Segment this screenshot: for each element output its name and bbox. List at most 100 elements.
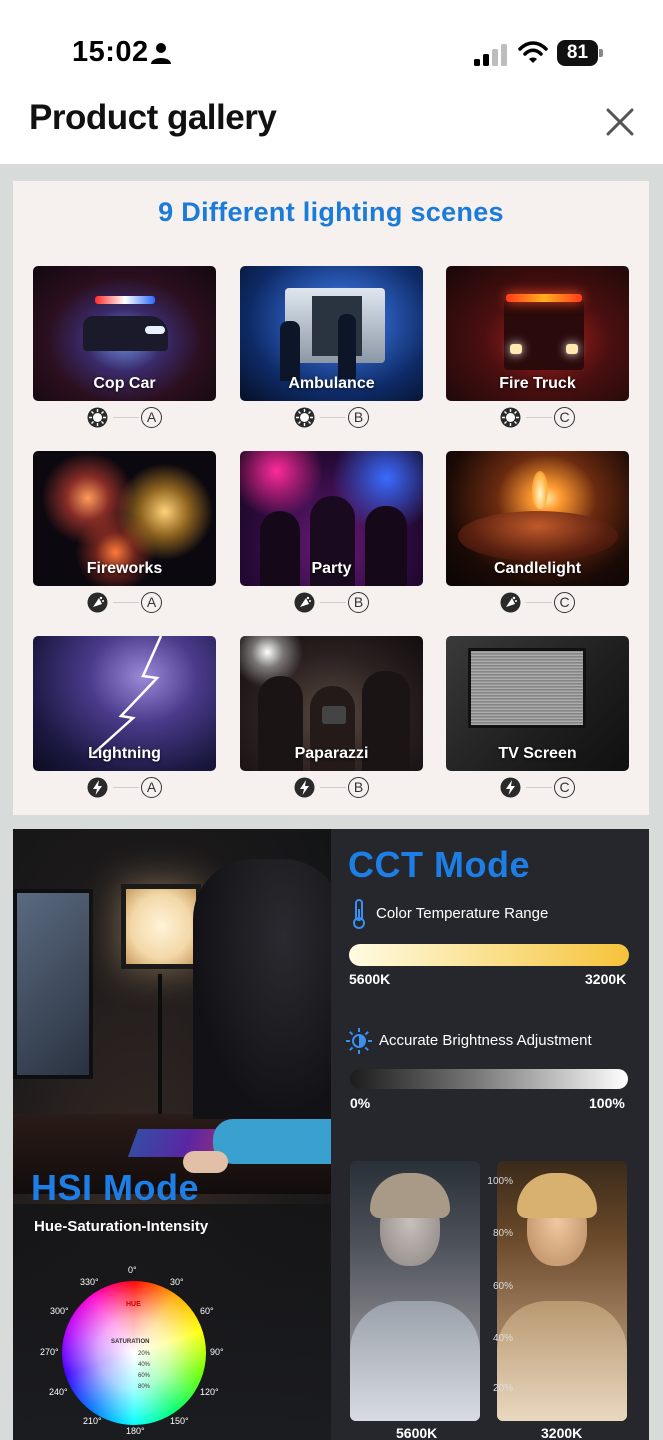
- hsi-title: HSI Mode: [31, 1167, 200, 1208]
- battery-indicator: 81: [557, 40, 603, 66]
- scene-lightning[interactable]: Lightning: [33, 636, 216, 771]
- strobe-icon: [294, 407, 315, 428]
- scene-mode-lightning: A: [33, 776, 216, 800]
- page-title: Product gallery: [29, 98, 277, 137]
- strobe-icon: [500, 407, 521, 428]
- scene-label: Fire Truck: [499, 375, 576, 392]
- lightning-icon: [500, 777, 521, 798]
- saturation-step: 80%: [138, 1384, 151, 1390]
- scene-label: Lightning: [88, 745, 161, 762]
- portrait-cool: [350, 1161, 480, 1421]
- temperature-min: 5600K: [349, 971, 391, 987]
- scenes-title: 9 Different lighting scenes: [158, 197, 504, 227]
- scene-mode-cop-car: A: [33, 406, 216, 430]
- wifi-icon: [518, 41, 548, 63]
- brightness-min: 0%: [350, 1095, 371, 1111]
- lightning-icon: [87, 777, 108, 798]
- close-icon: [606, 108, 634, 136]
- mode-letter-badge: C: [554, 777, 575, 798]
- percent-scale: 100% 80% 60% 40% 20%: [473, 1176, 513, 1406]
- brightness-icon: [346, 1028, 372, 1054]
- percent-mark: 60%: [492, 1281, 513, 1292]
- close-button[interactable]: [598, 100, 642, 144]
- saturation-step: 40%: [138, 1362, 151, 1368]
- scene-label: Paparazzi: [294, 745, 369, 762]
- mode-letter-badge: B: [348, 777, 369, 798]
- scene-mode-party: B: [240, 591, 423, 615]
- mode-letter-badge: B: [348, 592, 369, 613]
- scene-tv-screen[interactable]: TV Screen: [446, 636, 629, 771]
- scene-mode-paparazzi: B: [240, 776, 423, 800]
- scene-label: Party: [311, 560, 352, 577]
- header: Product gallery: [0, 88, 663, 164]
- person-silhouette: [193, 859, 331, 1119]
- lightning-icon: [294, 777, 315, 798]
- signal-icon: [474, 44, 507, 66]
- meta-divider: [320, 602, 346, 603]
- scene-mode-candlelight: C: [446, 591, 629, 615]
- scene-cop-car[interactable]: Cop Car: [33, 266, 216, 401]
- scene-ambulance[interactable]: Ambulance: [240, 266, 423, 401]
- brightness-label: Accurate Brightness Adjustment: [379, 1032, 592, 1049]
- scene-label: Candlelight: [493, 560, 582, 577]
- meta-divider: [113, 602, 139, 603]
- mode-letter-badge: C: [554, 407, 575, 428]
- mode-letter-badge: A: [141, 407, 162, 428]
- mode-letter-badge: B: [348, 407, 369, 428]
- modes-image: CCT Mode Color Temperature Range 5600K 3…: [13, 829, 649, 1440]
- status-time: 15:02: [72, 36, 149, 68]
- brightness-bar: [350, 1069, 628, 1089]
- scene-label: Cop Car: [93, 375, 156, 392]
- scene-mode-fireworks: A: [33, 591, 216, 615]
- degree-label: 270°: [40, 1347, 59, 1357]
- saturation-step: 20%: [138, 1351, 151, 1357]
- degree-label: 150°: [170, 1416, 189, 1426]
- saturation-label: SATURATION: [111, 1339, 150, 1345]
- brightness-max: 100%: [589, 1095, 625, 1111]
- scene-paparazzi[interactable]: Paparazzi: [240, 636, 423, 771]
- scene-party[interactable]: Party: [240, 451, 423, 586]
- percent-mark: 100%: [487, 1176, 513, 1187]
- percent-mark: 80%: [492, 1228, 513, 1239]
- saturation-step: 60%: [138, 1373, 151, 1379]
- color-temperature-bar: [349, 944, 629, 966]
- degree-label: 0°: [128, 1265, 137, 1275]
- degree-label: 90°: [210, 1347, 224, 1357]
- scene-label: TV Screen: [498, 745, 577, 762]
- meta-divider: [113, 417, 139, 418]
- mode-letter-badge: C: [554, 592, 575, 613]
- meta-divider: [526, 602, 552, 603]
- portrait-warm: [497, 1161, 627, 1421]
- portrait-warm-caption: 3200K: [541, 1425, 583, 1440]
- scene-fire-truck[interactable]: Fire Truck: [446, 266, 629, 401]
- gallery-scroll[interactable]: 9 Different lighting scenes Cop Car Ambu…: [0, 164, 663, 1440]
- scene-mode-fire-truck: C: [446, 406, 629, 430]
- thermometer-icon: [353, 899, 365, 929]
- scene-fireworks[interactable]: Fireworks: [33, 451, 216, 586]
- portrait-cool-caption: 5600K: [396, 1425, 438, 1440]
- mode-letter-badge: A: [141, 592, 162, 613]
- mode-letter-badge: A: [141, 777, 162, 798]
- meta-divider: [320, 417, 346, 418]
- hsi-subtitle: Hue-Saturation-Intensity: [34, 1218, 209, 1235]
- firework-icon: [87, 592, 108, 613]
- scene-candlelight[interactable]: Candlelight: [446, 451, 629, 586]
- scene-label: Fireworks: [86, 560, 163, 577]
- lighting-scenes-image: 9 Different lighting scenes Cop Car Ambu…: [13, 181, 649, 815]
- degree-label: 30°: [170, 1277, 184, 1287]
- degree-label: 210°: [83, 1416, 102, 1426]
- degree-label: 300°: [50, 1306, 69, 1316]
- cct-title: CCT Mode: [348, 844, 530, 885]
- monitor: [13, 889, 93, 1079]
- hue-label: HUE: [126, 1301, 141, 1308]
- degree-label: 120°: [200, 1387, 219, 1397]
- scene-mode-tv-screen: C: [446, 776, 629, 800]
- percent-mark: 40%: [492, 1333, 513, 1344]
- degree-label: 60°: [200, 1306, 214, 1316]
- status-bar: 15:02 81: [0, 0, 663, 100]
- degree-label: 180°: [126, 1426, 145, 1436]
- degree-label: 240°: [49, 1387, 68, 1397]
- firework-icon: [500, 592, 521, 613]
- meta-divider: [526, 787, 552, 788]
- person-icon: [151, 43, 171, 64]
